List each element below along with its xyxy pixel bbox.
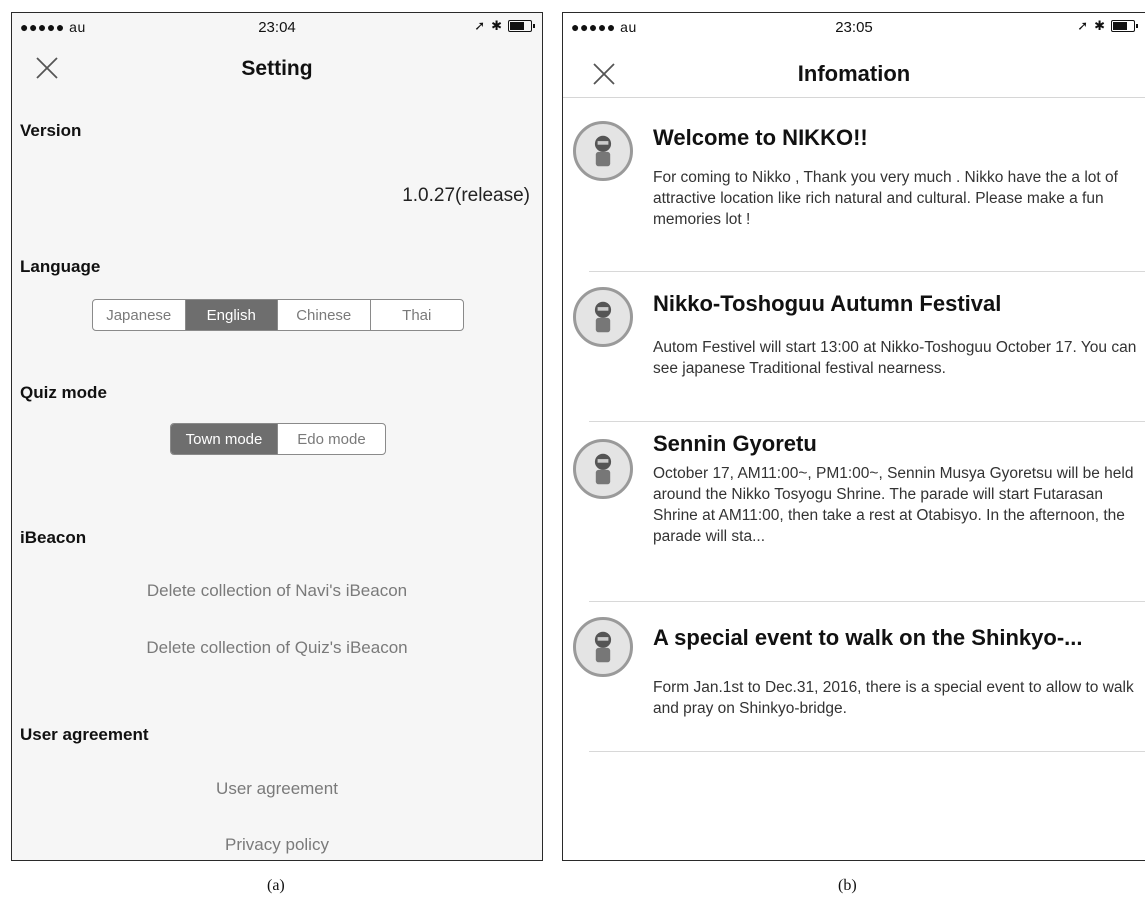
info-item-title: A special event to walk on the Shinkyo-.… (653, 625, 1083, 650)
bluetooth-icon: ✱ (491, 18, 502, 33)
privacy-policy-link[interactable]: Privacy policy (12, 835, 542, 855)
quiz-mode-option-edo[interactable]: Edo mode (278, 424, 385, 454)
language-segmented-control: Japanese English Chinese Thai (92, 299, 464, 331)
quiz-mode-section-title: Quiz mode (20, 383, 107, 402)
battery-icon (508, 20, 535, 32)
mascot-avatar-icon (573, 439, 633, 499)
mascot-avatar-icon (573, 121, 633, 181)
info-item-body: Autom Festivel will start 13:00 at Nikko… (653, 339, 1137, 377)
location-icon: ➚ (1077, 18, 1089, 33)
status-time: 23:04 (258, 19, 296, 36)
language-option-japanese[interactable]: Japanese (93, 300, 186, 330)
info-list-item[interactable]: Welcome to NIKKO!! For coming to Nikko ,… (573, 103, 1145, 272)
page-title: Setting (241, 57, 313, 80)
info-list-item[interactable]: Sennin Gyoretu October 17, AM11:00~, PM1… (573, 421, 1145, 602)
info-item-body: Form Jan.1st to Dec.31, 2016, there is a… (653, 679, 1134, 717)
information-screen: ●●●●● au 23:05 ➚ ✱ Infomation Welcome to… (562, 12, 1145, 861)
caption-a: (a) (267, 877, 285, 894)
location-icon: ➚ (474, 18, 486, 33)
navigation-bar: Infomation (563, 39, 1145, 98)
status-time: 23:05 (835, 19, 873, 36)
user-agreement-link[interactable]: User agreement (12, 779, 542, 799)
mascot-avatar-icon (573, 617, 633, 677)
language-option-english[interactable]: English (185, 300, 278, 330)
quiz-mode-option-town[interactable]: Town mode (171, 424, 278, 454)
user-agreement-section-title: User agreement (20, 725, 149, 744)
bluetooth-icon: ✱ (1094, 18, 1105, 33)
status-bar: ●●●●● au 23:04 ➚ ✱ (12, 13, 542, 39)
language-section-title: Language (20, 257, 101, 276)
info-item-title: Nikko-Toshoguu Autumn Festival (653, 291, 1002, 316)
page-title: Infomation (797, 61, 911, 86)
info-list-item[interactable]: Nikko-Toshoguu Autumn Festival Autom Fes… (573, 271, 1145, 422)
mascot-avatar-icon (573, 287, 633, 347)
navigation-bar: Setting (12, 39, 542, 99)
caption-b: (b) (838, 877, 857, 894)
setting-screen: ●●●●● au 23:04 ➚ ✱ Setting Version 1.0.2… (11, 12, 543, 861)
delete-quiz-ibeacon-button[interactable]: Delete collection of Quiz's iBeacon (12, 638, 542, 658)
status-bar: ●●●●● au 23:05 ➚ ✱ (563, 13, 1145, 39)
ibeacon-section-title: iBeacon (20, 528, 87, 547)
info-item-body: For coming to Nikko , Thank you very muc… (653, 169, 1118, 228)
version-value: 1.0.27(release) (402, 185, 530, 206)
info-item-body: October 17, AM11:00~, PM1:00~, Sennin Mu… (653, 465, 1134, 545)
delete-navi-ibeacon-button[interactable]: Delete collection of Navi's iBeacon (12, 581, 542, 601)
info-item-title: Sennin Gyoretu (653, 431, 817, 456)
quiz-mode-segmented-control: Town mode Edo mode (170, 423, 386, 455)
info-item-title: Welcome to NIKKO!! (653, 125, 868, 150)
status-icons: ➚ ✱ (474, 18, 535, 34)
language-option-chinese[interactable]: Chinese (278, 300, 371, 330)
language-option-thai[interactable]: Thai (371, 300, 464, 330)
status-icons: ➚ ✱ (1077, 18, 1138, 34)
battery-icon (1111, 20, 1138, 32)
info-list-item[interactable]: A special event to walk on the Shinkyo-.… (573, 601, 1145, 752)
version-section-title: Version (20, 121, 82, 140)
